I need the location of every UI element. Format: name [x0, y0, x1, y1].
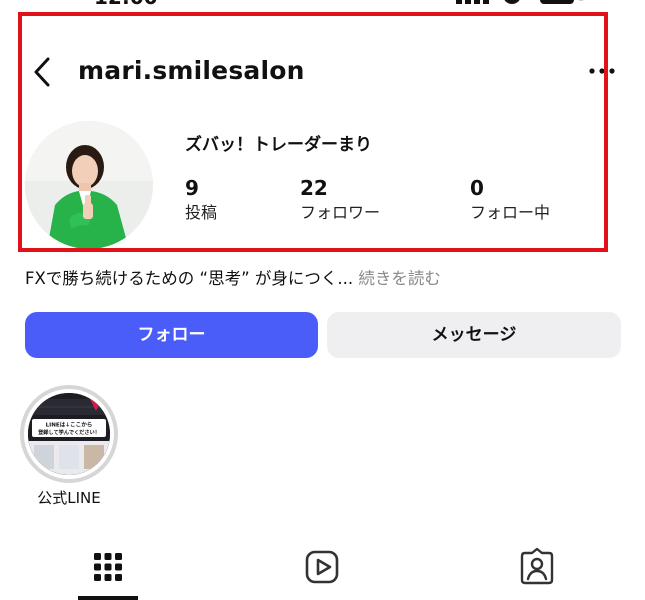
status-bar: 12:00 — [0, 0, 645, 8]
cellular-signal-icon — [456, 0, 490, 4]
story-highlight-thumbnail: LINEは↓ここから 登録して学んでください！ — [28, 393, 110, 475]
followers-count-value: 22 — [300, 176, 328, 200]
back-button[interactable] — [28, 54, 58, 90]
grid-icon — [94, 553, 122, 581]
active-tab-indicator — [78, 596, 138, 600]
profile-bio: FXで勝ち続けるための “思考” が身につく... 続きを読む — [25, 267, 441, 291]
tab-reels[interactable] — [302, 547, 342, 587]
posts-count[interactable]: 9 投稿 — [185, 175, 217, 225]
wifi-icon — [503, 0, 521, 4]
posts-count-value: 9 — [185, 176, 199, 200]
profile-page: 12:00 mari.smilesalon — [0, 0, 645, 600]
battery-cap-icon — [577, 0, 585, 1]
avatar-photo — [25, 121, 153, 249]
profile-display-name: ズバッ！トレーダーまり — [185, 135, 372, 155]
bio-read-more-link[interactable]: 続きを読む — [358, 269, 441, 288]
reels-icon — [305, 550, 339, 584]
tab-tagged[interactable] — [517, 547, 557, 587]
story-highlight-line[interactable]: LINEは↓ここから 登録して学んでください！ 公式LINE — [20, 385, 118, 515]
story-thumb-text-2: 登録して学んでください！ — [37, 428, 100, 436]
more-options-button[interactable] — [586, 60, 618, 82]
story-thumbnail-image: LINEは↓ここから 登録して学んでください！ — [28, 393, 110, 475]
bio-text: FXで勝ち続けるための “思考” が身につく... — [25, 269, 354, 288]
more-horizontal-icon — [589, 68, 615, 74]
status-time: 12:00 — [94, 0, 158, 8]
following-count[interactable]: 0 フォロー中 — [470, 175, 550, 225]
battery-icon — [540, 0, 574, 4]
follow-button[interactable]: フォロー — [25, 312, 318, 358]
tagged-icon — [520, 547, 554, 585]
profile-avatar[interactable] — [25, 121, 153, 249]
message-button[interactable]: メッセージ — [327, 312, 621, 358]
story-thumb-text-1: LINEは↓ここから — [46, 422, 93, 429]
chevron-left-icon — [34, 57, 50, 87]
followers-count[interactable]: 22 フォロワー — [300, 175, 380, 225]
posts-count-label: 投稿 — [185, 203, 218, 222]
following-count-label: フォロー中 — [470, 203, 551, 222]
followers-count-label: フォロワー — [300, 203, 381, 222]
profile-username: mari.smilesalon — [78, 56, 305, 85]
story-highlight-label: 公式LINE — [37, 489, 101, 507]
tab-posts-grid[interactable] — [88, 547, 128, 587]
following-count-value: 0 — [470, 176, 484, 200]
